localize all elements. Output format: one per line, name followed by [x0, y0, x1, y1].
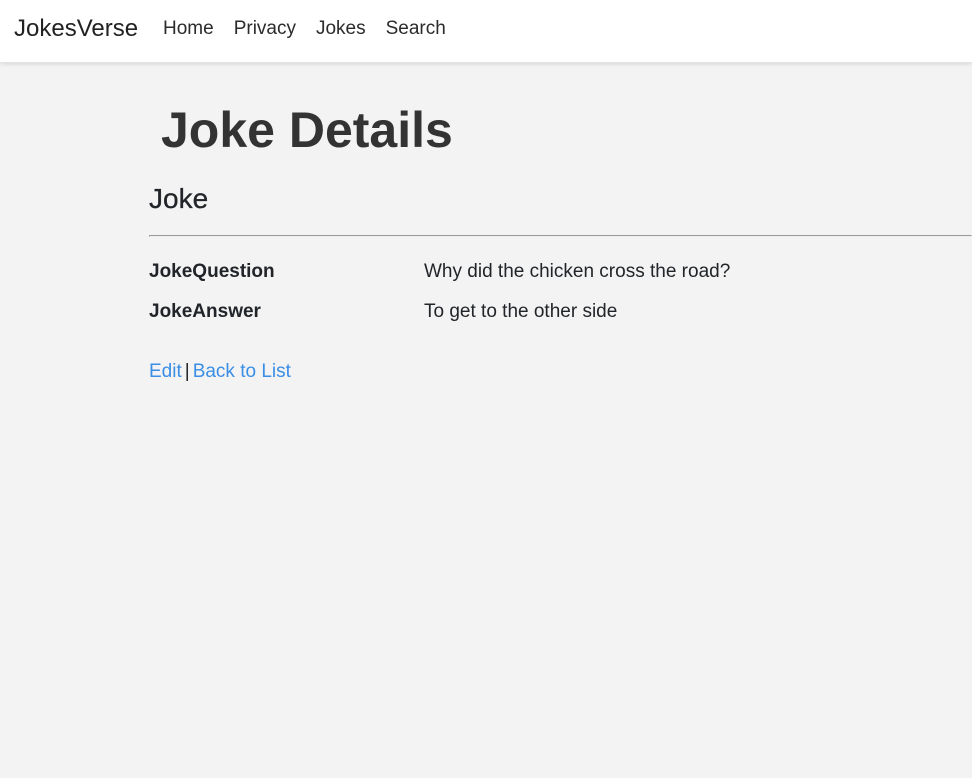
nav-link-home[interactable]: Home [163, 17, 214, 41]
nav-links: Home Privacy Jokes Search [163, 17, 466, 41]
nav-link-privacy[interactable]: Privacy [234, 17, 296, 41]
separator: | [184, 361, 190, 382]
edit-link[interactable]: Edit [149, 361, 182, 382]
detail-value-question: Why did the chicken cross the road? [424, 261, 731, 282]
back-to-list-link[interactable]: Back to List [193, 361, 291, 382]
brand-link[interactable]: JokesVerse [14, 14, 138, 44]
navbar: JokesVerse Home Privacy Jokes Search [0, 0, 972, 63]
section-title: Joke [149, 183, 209, 214]
nav-link-search[interactable]: Search [386, 17, 446, 41]
nav-link-jokes[interactable]: Jokes [316, 17, 366, 41]
divider [149, 235, 972, 237]
page-title: Joke Details [161, 102, 453, 158]
detail-value-answer: To get to the other side [424, 301, 618, 322]
detail-term-answer: JokeAnswer [149, 301, 261, 322]
detail-term-question: JokeQuestion [149, 261, 275, 282]
actions: Edit | Back to List [149, 360, 291, 384]
